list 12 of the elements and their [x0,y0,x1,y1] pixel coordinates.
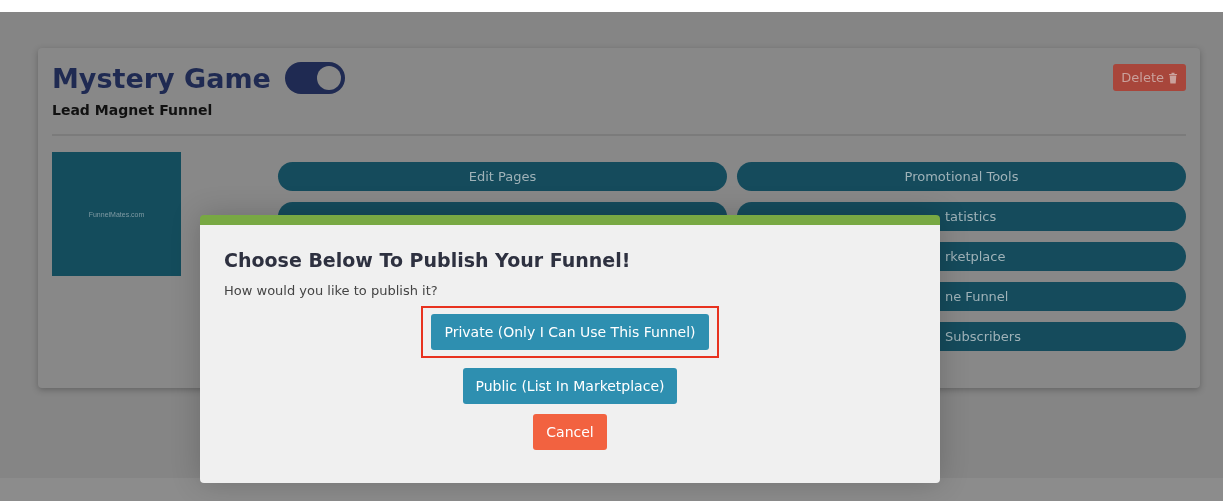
delete-button[interactable]: Delete [1113,64,1186,91]
dialog-title: Choose Below To Publish Your Funnel! [224,249,632,271]
enable-toggle[interactable] [284,62,345,94]
action-button[interactable]: Promotional Tools [737,162,1186,191]
dialog-prompt: How would you like to publish it? [224,283,439,298]
cancel-button[interactable]: Cancel [533,414,607,450]
trash-icon [1168,71,1178,84]
publish-option-button[interactable]: Private (Only I Can Use This Funnel) [431,314,709,350]
funnel-title: Mystery Game [52,62,271,94]
funnel-type: Lead Magnet Funnel [52,102,214,118]
action-button[interactable]: Edit Pages [278,162,727,191]
publish-option-button[interactable]: Public (List In Marketplace) [462,368,678,404]
